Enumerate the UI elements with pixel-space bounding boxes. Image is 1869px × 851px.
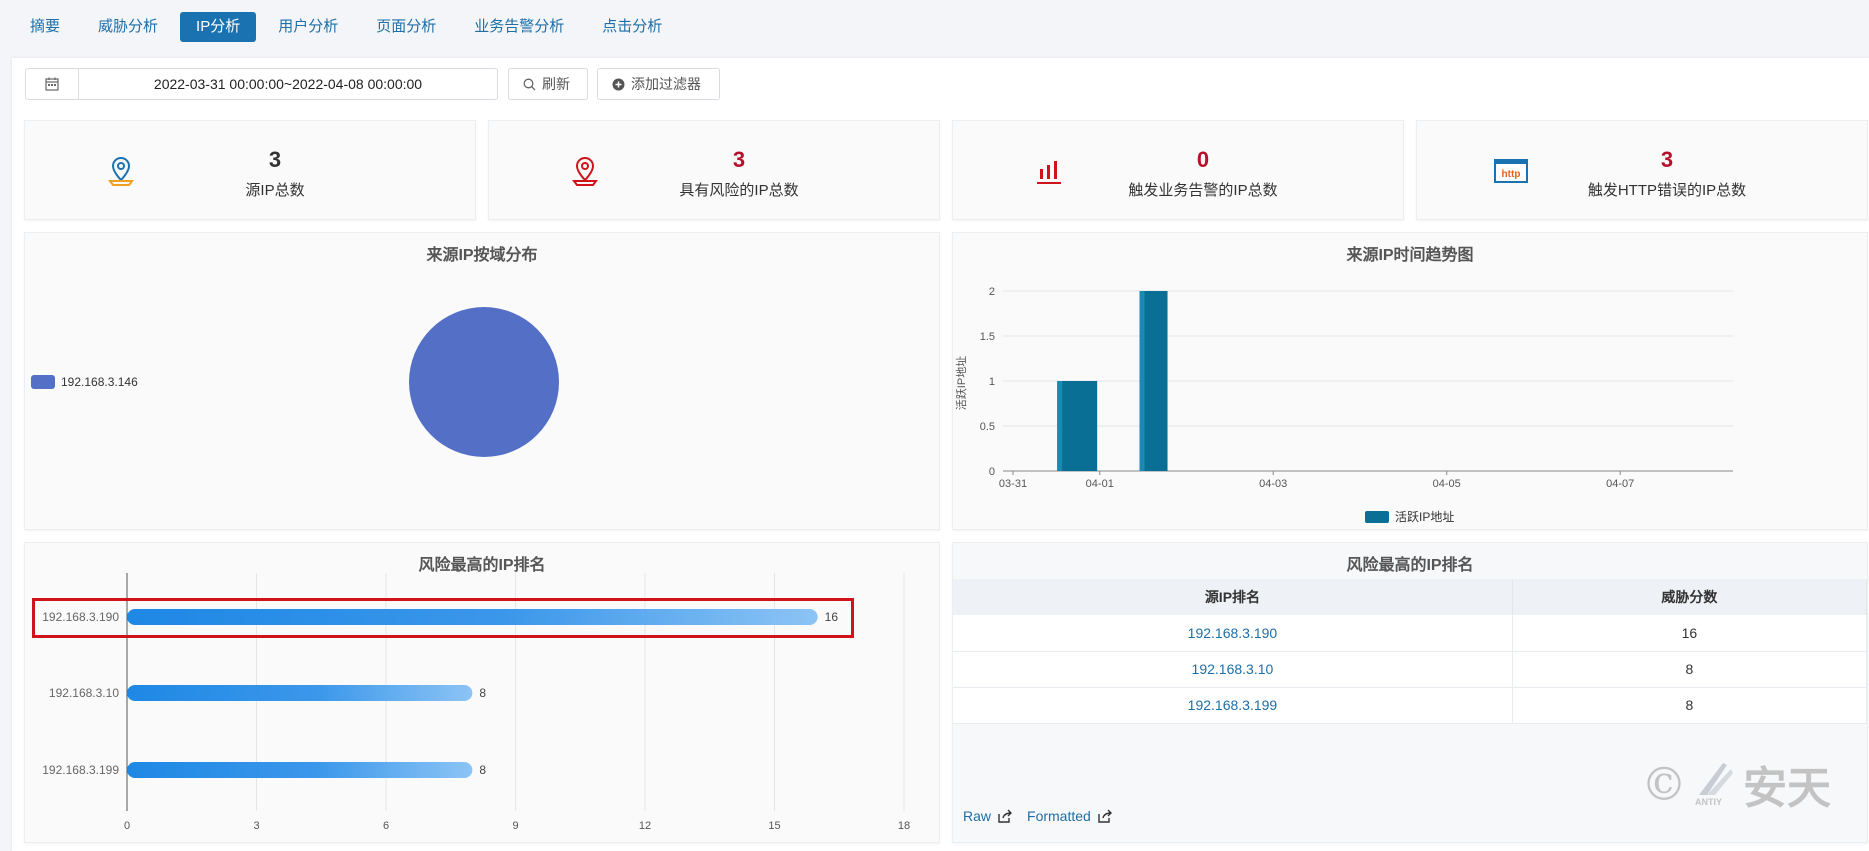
external-link-icon[interactable]: [997, 809, 1013, 823]
refresh-button[interactable]: 刷新: [508, 68, 588, 100]
risk-bar[interactable]: [127, 685, 473, 701]
stat-value: 3: [1660, 147, 1674, 172]
calendar-icon: [45, 77, 59, 91]
antiy-logo: ANTIY: [1693, 759, 1737, 809]
pie-legend-swatch[interactable]: [31, 375, 55, 389]
trend-y-tick: 1.5: [980, 331, 995, 343]
risk-table-panel: 风险最高的IP排名 源IP排名 威胁分数 192.168.3.190 16 19…: [952, 542, 1868, 843]
search-icon: [523, 78, 536, 90]
stat-card-source-ip: 3 源IP总数: [24, 120, 476, 220]
stat-label: 具有风险的IP总数: [679, 182, 799, 199]
formatted-link[interactable]: Formatted: [1027, 808, 1091, 824]
trend-y-tick: 1: [989, 376, 995, 388]
stat-value: 3: [732, 147, 746, 172]
risk-x-tick: 6: [383, 820, 389, 832]
plus-circle-icon: [612, 78, 625, 90]
table-row: 192.168.3.199 8: [953, 687, 1868, 724]
calendar-button[interactable]: [25, 68, 79, 100]
stat-card-http-error-ip: http 3 触发HTTP错误的IP总数: [1416, 120, 1868, 220]
tab-click-analysis[interactable]: 点击分析: [586, 12, 678, 42]
trend-ylabel: 活跃IP地址: [954, 356, 968, 410]
table-header-row: 源IP排名 威胁分数: [953, 579, 1868, 615]
risk-bar[interactable]: [127, 762, 473, 778]
stat-label: 触发HTTP错误的IP总数: [1587, 182, 1747, 199]
trend-y-tick: 2: [989, 286, 995, 298]
trend-y-tick: 0: [989, 466, 995, 478]
column-header-threat-score[interactable]: 威胁分数: [1512, 579, 1868, 615]
add-filter-button[interactable]: 添加过滤器: [597, 68, 720, 100]
watermark-brand: 安天: [1743, 763, 1831, 814]
trend-chart: 活跃IP地址 0 0.5 1 1.5 2 03-31 04-01 04-03 04-05 04-0…: [954, 286, 1733, 524]
add-filter-label: 添加过滤器: [631, 76, 701, 92]
trend-x-tick: 04-01: [1086, 478, 1114, 490]
highlight-box: [32, 598, 854, 638]
trend-bar-highlight: [1139, 291, 1145, 471]
pie-slice[interactable]: [409, 307, 559, 457]
external-link-icon[interactable]: [1097, 809, 1113, 823]
risk-x-tick: 3: [253, 820, 259, 832]
antiy-wing-icon: [1699, 763, 1733, 795]
table-row: 192.168.3.10 8: [953, 651, 1868, 688]
trend-y-tick: 0.5: [980, 421, 995, 433]
tab-business-alert-analysis[interactable]: 业务告警分析: [458, 12, 580, 42]
tab-user-analysis[interactable]: 用户分析: [262, 12, 354, 42]
stat-label: 触发业务告警的IP总数: [1128, 182, 1278, 199]
trend-bar-highlight: [1057, 381, 1063, 471]
nav-tabs: 摘要 威胁分析 IP分析 用户分析 页面分析 业务告警分析 点击分析: [14, 12, 678, 44]
table-cell-ip[interactable]: 192.168.3.10: [953, 651, 1513, 688]
watermark-copyright: ©: [1641, 757, 1687, 811]
trend-x-tick: 04-05: [1433, 478, 1461, 490]
trend-chart-panel: 来源IP时间趋势图 活跃IP地址 0 0.5 1 1.5 2 03-31 04-01 04-0…: [952, 232, 1868, 530]
risk-x-tick: 12: [639, 820, 651, 832]
risk-table-title: 风险最高的IP排名: [1346, 557, 1474, 574]
risk-x-tick: 0: [124, 820, 130, 832]
export-links: Raw Formatted: [963, 808, 1113, 824]
pie-chart-panel: 来源IP按域分布 192.168.3.146: [24, 232, 940, 530]
table-cell-score: 8: [1512, 651, 1868, 688]
risk-x-tick: 18: [898, 820, 910, 832]
risk-table: 源IP排名 威胁分数 192.168.3.190 16 192.168.3.10…: [953, 579, 1868, 724]
table-cell-score: 8: [1512, 687, 1868, 724]
risk-x-tick: 9: [512, 820, 518, 832]
stat-label: 源IP总数: [245, 182, 305, 199]
trend-x-tick: 04-07: [1606, 478, 1634, 490]
table-cell-ip[interactable]: 192.168.3.190: [953, 615, 1513, 652]
pie-legend-label: 192.168.3.146: [61, 375, 138, 389]
date-range-input[interactable]: 2022-03-31 00:00:00~2022-04-08 00:00:00: [78, 68, 498, 100]
trend-legend-swatch[interactable]: [1365, 511, 1389, 523]
stat-card-business-alert-ip: 0 触发业务告警的IP总数: [952, 120, 1404, 220]
risk-bar-value: 8: [479, 686, 486, 700]
raw-link[interactable]: Raw: [963, 808, 991, 824]
table-cell-score: 16: [1512, 615, 1868, 652]
tab-summary[interactable]: 摘要: [14, 12, 76, 42]
pie-chart: 192.168.3.146: [31, 307, 559, 457]
risk-category-label: 192.168.3.10: [49, 686, 119, 700]
refresh-label: 刷新: [542, 76, 570, 92]
tab-page-analysis[interactable]: 页面分析: [360, 12, 452, 42]
trend-legend-label: 活跃IP地址: [1395, 510, 1454, 524]
table-row: 192.168.3.190 16: [953, 615, 1868, 652]
table-cell-ip[interactable]: 192.168.3.199: [953, 687, 1513, 724]
risk-x-tick: 15: [768, 820, 780, 832]
trend-x-tick: 04-03: [1259, 478, 1287, 490]
trend-x-tick: 03-31: [999, 478, 1027, 490]
tab-ip-analysis[interactable]: IP分析: [180, 12, 257, 42]
watermark: © ANTIY 安天: [1641, 752, 1831, 816]
trend-bar[interactable]: [1057, 381, 1098, 471]
column-header-source-ip[interactable]: 源IP排名: [953, 579, 1513, 615]
tab-threat-analysis[interactable]: 威胁分析: [82, 12, 174, 42]
risk-bar-value: 8: [479, 763, 486, 777]
risk-bar-panel: 风险最高的IP排名 0 3 6 9 12 15 18 192.168.3.190 16 192.…: [24, 542, 940, 843]
stat-value: 3: [268, 147, 282, 172]
watermark-sub: ANTIY: [1695, 797, 1722, 807]
risk-category-label: 192.168.3.199: [42, 763, 119, 777]
risk-bar-chart: 0 3 6 9 12 15 18 192.168.3.190 16192.168.3.10 81…: [42, 573, 910, 832]
stat-card-risk-ip: 3 具有风险的IP总数: [488, 120, 940, 220]
stat-value: 0: [1196, 147, 1210, 172]
